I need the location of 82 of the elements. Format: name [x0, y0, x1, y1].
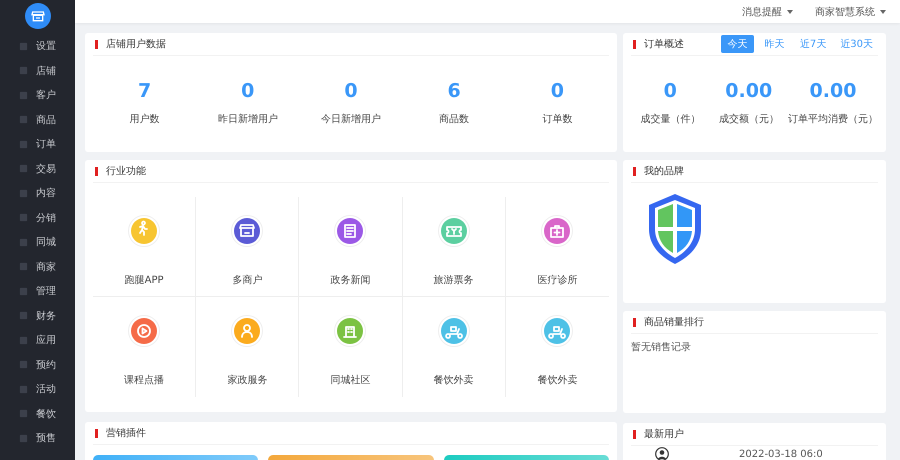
stat-value: 0.00 — [725, 80, 772, 102]
square-icon — [19, 42, 28, 51]
sidebar-item[interactable]: 订单 — [19, 132, 56, 156]
square-icon — [19, 238, 28, 247]
stat-label: 成交额（元） — [718, 112, 779, 126]
sidebar-item[interactable]: 设置 — [19, 34, 56, 58]
title-marker — [95, 40, 98, 48]
stat-value: 0 — [344, 80, 358, 102]
dropdown-menu[interactable]: 商家智慧系统 — [815, 4, 886, 18]
stat-label: 商品数 — [439, 112, 470, 126]
square-icon — [19, 188, 28, 198]
user-time: 2022-03-18 06:0 — [739, 448, 823, 460]
stat-value: 0.00 — [810, 80, 856, 102]
feature-tile[interactable]: 课程点播 — [93, 297, 196, 397]
square-icon — [19, 384, 28, 394]
square-icon — [19, 90, 28, 100]
card-title: 营销插件 — [106, 426, 146, 440]
card-title: 店铺用户数据 — [106, 38, 166, 51]
feature-tile[interactable]: 跑腿APP — [93, 197, 196, 297]
sidebar-item[interactable]: 餐饮 — [19, 402, 56, 426]
sidebar-item[interactable]: 同城 — [19, 230, 56, 254]
stat-value: 0 — [241, 80, 254, 102]
feature-tile[interactable]: 餐饮外卖 — [506, 297, 609, 397]
stat-label: 成交量（件） — [640, 112, 700, 126]
square-icon — [19, 286, 28, 296]
title-marker — [633, 166, 636, 176]
stat-label: 昨日新增用户 — [218, 112, 278, 126]
sidebar-item[interactable]: 活动 — [19, 377, 56, 402]
shield-icon — [647, 193, 703, 265]
card-title: 行业功能 — [106, 164, 146, 178]
stat-value: 0 — [664, 80, 677, 102]
empty-message: 暂无销售记录 — [631, 340, 692, 354]
feature-tile[interactable]: 家政服务 — [196, 297, 300, 397]
stat-label: 用户数 — [130, 112, 160, 126]
square-icon — [19, 434, 28, 443]
feature-tile[interactable]: 政务新闻 — [299, 197, 403, 297]
title-marker — [95, 428, 98, 438]
square-icon — [19, 213, 28, 222]
square-icon — [19, 164, 28, 174]
sidebar-item[interactable]: 应用 — [19, 328, 56, 352]
title-marker — [633, 430, 636, 438]
stat-label: 今日新增用户 — [320, 112, 381, 126]
caret-icon — [787, 10, 793, 14]
caret-icon — [880, 10, 886, 14]
card-title: 订单概述 — [644, 38, 684, 51]
card-title: 最新用户 — [644, 428, 684, 441]
sidebar-item[interactable]: 商品 — [19, 108, 56, 132]
stat-value: 6 — [448, 80, 461, 102]
square-icon — [19, 336, 28, 345]
stat-label: 订单数 — [542, 112, 572, 126]
sidebar-item[interactable]: 商家 — [19, 254, 56, 279]
stat-label: 订单平均消费（元） — [788, 112, 878, 126]
stat-value: 7 — [138, 80, 152, 102]
feature-tile[interactable]: 医疗诊所 — [506, 197, 609, 297]
title-marker — [633, 40, 636, 48]
card-title: 我的品牌 — [644, 164, 684, 178]
logo-icon — [24, 3, 50, 29]
sidebar-item[interactable]: 内容 — [19, 181, 56, 206]
square-icon — [19, 360, 28, 370]
sidebar-item[interactable]: 店铺 — [19, 58, 56, 83]
square-icon — [19, 311, 28, 320]
sidebar-item[interactable]: 分销 — [19, 206, 56, 230]
sidebar-item[interactable]: 预售 — [19, 426, 56, 450]
sidebar-item[interactable]: 预约 — [19, 352, 56, 377]
square-icon — [19, 66, 28, 76]
title-marker — [95, 166, 98, 176]
sidebar-item[interactable]: 管理 — [19, 279, 56, 304]
square-icon — [19, 140, 28, 149]
feature-tile[interactable]: 餐饮外卖 — [402, 297, 506, 397]
dropdown-menu[interactable]: 消息提醒 — [742, 4, 793, 18]
sidebar-item[interactable]: 财务 — [19, 304, 56, 328]
feature-tile[interactable]: 多商户 — [196, 197, 300, 297]
title-marker — [633, 318, 636, 326]
feature-tile[interactable]: 旅游票务 — [402, 197, 506, 297]
sidebar-item[interactable]: 交易 — [19, 156, 56, 181]
card-title: 商品销量排行 — [644, 316, 704, 329]
square-icon — [19, 262, 28, 272]
square-icon — [19, 409, 28, 418]
sidebar-item[interactable]: 客户 — [19, 83, 56, 108]
feature-tile[interactable]: 同城社区 — [299, 297, 403, 397]
square-icon — [19, 115, 28, 124]
stat-value: 0 — [550, 80, 564, 102]
